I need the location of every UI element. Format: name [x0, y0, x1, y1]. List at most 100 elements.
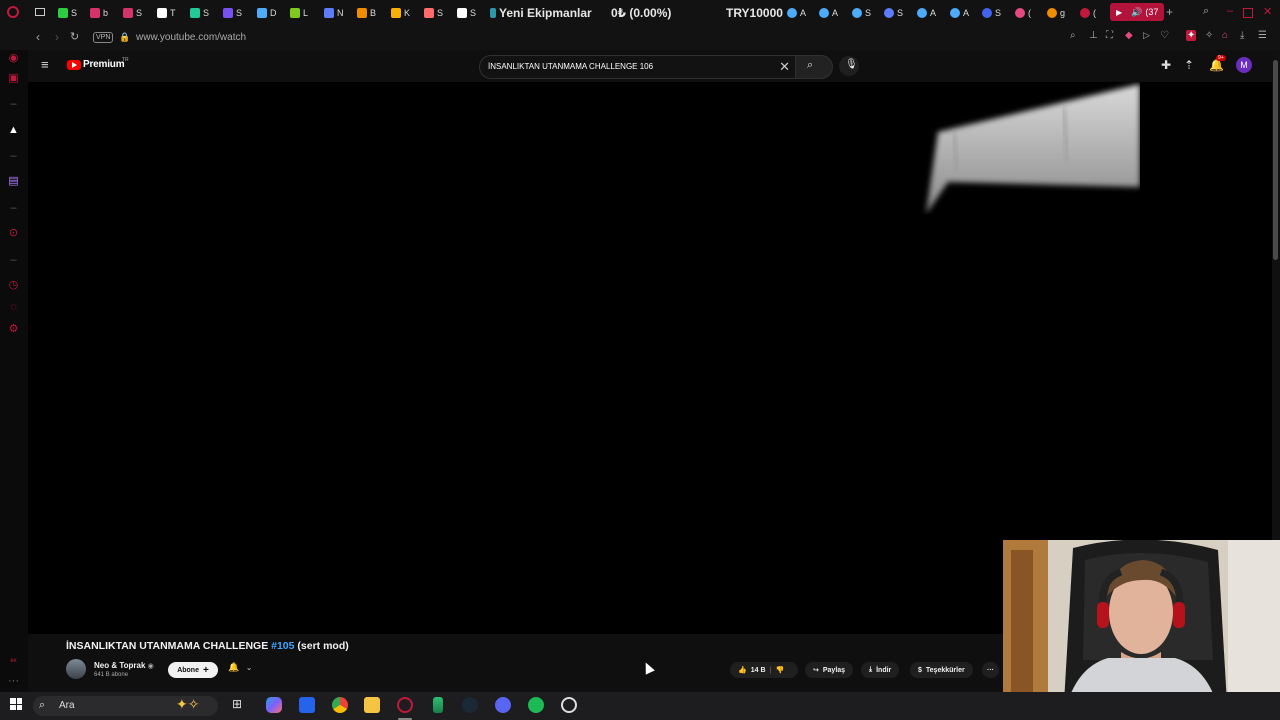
obs-icon[interactable] [561, 697, 577, 713]
share-button[interactable]: ↪ Paylaş [805, 662, 854, 678]
browser-tab[interactable]: A [819, 5, 838, 21]
maximize-icon[interactable] [1243, 8, 1253, 18]
windows-start-icon[interactable] [10, 698, 22, 710]
discord-icon[interactable] [495, 697, 511, 713]
browser-tab[interactable]: S [190, 5, 209, 21]
video-hashtag-link[interactable]: #105 [271, 640, 294, 652]
share-label: Paylaş [822, 666, 846, 674]
browser-tab[interactable]: A [787, 5, 806, 21]
clear-search-icon[interactable]: ✕ [779, 59, 790, 75]
zoom-icon[interactable]: ⌕ [1070, 30, 1076, 41]
youtube-premium-logo[interactable]: Premium [83, 59, 125, 70]
more-icon[interactable]: ··· [7, 675, 20, 688]
vpn-badge[interactable]: VPN [93, 32, 114, 43]
voice-search-button[interactable]: 🎙 [839, 56, 859, 76]
hamburger-menu-icon[interactable]: ≡ [41, 57, 49, 72]
browser-tab[interactable]: S [58, 5, 77, 21]
spreadsheet-icon[interactable] [433, 697, 443, 713]
search-input[interactable]: İNSANLIKTAN UTANMAMA CHALLENGE 106 ✕ [479, 55, 797, 79]
more-actions-button[interactable]: ··· [982, 662, 999, 678]
account-avatar[interactable]: M [1236, 57, 1252, 73]
chat-icon[interactable]: ◌ [7, 301, 20, 314]
browser-tab[interactable]: B [357, 5, 376, 21]
browser-tab[interactable]: K [391, 5, 410, 21]
settings-icon[interactable]: ⚙ [7, 323, 20, 336]
extension-icon[interactable]: ✦ [1186, 30, 1197, 41]
browser-tab[interactable]: ( [1015, 5, 1031, 21]
heart-icon[interactable]: ♡ [1160, 30, 1169, 41]
tab-overview-icon[interactable] [35, 8, 45, 16]
speaker-icon: 🔊 [1131, 6, 1143, 17]
subscribe-button[interactable]: Abone + [168, 662, 218, 678]
browser-tab[interactable]: g [1047, 5, 1065, 21]
youtube-logo-icon[interactable] [67, 60, 81, 70]
taskbar-search-box[interactable]: ⌕ Ara ✦✧ [33, 696, 218, 716]
browser-tab[interactable]: S [424, 5, 443, 21]
browser-tab[interactable]: D [257, 5, 277, 21]
browser-tab[interactable]: S [852, 5, 871, 21]
extension-helper-icon[interactable]: ✚ [1161, 58, 1171, 72]
aria-icon[interactable]: ▲ [7, 124, 20, 137]
browser-tab[interactable]: S [223, 5, 242, 21]
browser-tab[interactable]: N [324, 5, 344, 21]
browser-tab[interactable]: S [123, 5, 142, 21]
forward-icon[interactable]: › [55, 30, 59, 44]
lock-icon[interactable]: 🔒 [119, 32, 130, 43]
easy-setup-icon[interactable]: ☰ [1258, 30, 1267, 41]
like-icon[interactable]: 👍 [738, 666, 747, 674]
twitch-icon[interactable]: ▤ [7, 175, 20, 188]
search-button[interactable]: ⌕ [795, 55, 833, 79]
play-icon[interactable]: ▷ [1143, 30, 1150, 41]
file-explorer-icon[interactable] [364, 697, 380, 713]
minimize-icon[interactable]: – [1227, 5, 1233, 17]
download-button[interactable]: ⤓ İndir [861, 662, 900, 678]
download-icon[interactable]: ⤓ [1240, 30, 1244, 41]
browser-tab[interactable]: T [157, 5, 176, 21]
channel-avatar[interactable] [66, 659, 86, 679]
tab-favicon-icon [424, 8, 434, 18]
tab-try[interactable]: TRY10000 [726, 5, 783, 21]
chrome-icon[interactable] [332, 697, 348, 713]
notification-bell-button[interactable]: 🔔 ⌄ [228, 662, 260, 678]
channel-name[interactable]: Neo & Toprak ◉ [94, 661, 154, 670]
scrollbar-thumb[interactable] [1273, 60, 1278, 260]
browser-tab[interactable]: A [917, 5, 936, 21]
instagram-icon[interactable]: ▣ [7, 72, 20, 85]
messenger-icon[interactable]: ◉ [7, 52, 20, 65]
back-icon[interactable]: ‹ [36, 30, 40, 44]
browser-tab[interactable]: S [884, 5, 903, 21]
upload-icon[interactable]: ⇡ [1184, 58, 1194, 72]
snapshot-icon[interactable]: ⛶ [1106, 30, 1113, 41]
browser-tab[interactable]: ( [1080, 5, 1096, 21]
thanks-button[interactable]: $ Teşekkürler [910, 662, 973, 678]
browser-tab[interactable]: S [457, 5, 476, 21]
tab-audio-playing[interactable]: ▶ 🔊 (37 [1110, 3, 1165, 21]
tab-yeni-ekipmanlar[interactable]: Yeni Ekipmanlar [490, 5, 592, 21]
wallet-icon[interactable]: ⌂ [1222, 30, 1228, 41]
like-count[interactable]: 14 B [751, 667, 766, 674]
pocket-icon[interactable]: ◆ [1125, 30, 1133, 41]
spotify-icon[interactable] [528, 697, 544, 713]
player-icon[interactable]: ⊙ [7, 227, 20, 240]
new-tab-icon[interactable]: + [1166, 5, 1173, 19]
opera-logo-icon[interactable] [7, 6, 19, 18]
copilot-icon[interactable] [266, 697, 282, 713]
browser-tab[interactable]: S [982, 5, 1001, 21]
tab-balance[interactable]: 0₺ (0.00%) [611, 5, 671, 21]
browser-tab[interactable]: b [90, 5, 108, 21]
steam-icon[interactable] [462, 697, 478, 713]
close-window-icon[interactable]: ✕ [1263, 5, 1272, 18]
search-tabs-icon[interactable]: ⌕ [1203, 5, 1209, 18]
pin-icon[interactable]: ⊥ [1089, 30, 1098, 41]
address-url[interactable]: www.youtube.com/watch [136, 32, 246, 43]
task-view-icon[interactable]: ⊞ [232, 697, 248, 713]
browser-tab[interactable]: A [950, 5, 969, 21]
tab-label: A [930, 8, 937, 18]
opera-gx-icon[interactable] [397, 697, 413, 713]
browser-tab[interactable]: L [290, 5, 308, 21]
reload-icon[interactable]: ↻ [70, 30, 79, 43]
dislike-icon[interactable]: 👎 [775, 666, 784, 674]
microsoft-store-icon[interactable] [299, 697, 315, 713]
history-icon[interactable]: ◷ [7, 279, 20, 292]
puzzle-icon[interactable]: ✧ [1205, 30, 1213, 41]
